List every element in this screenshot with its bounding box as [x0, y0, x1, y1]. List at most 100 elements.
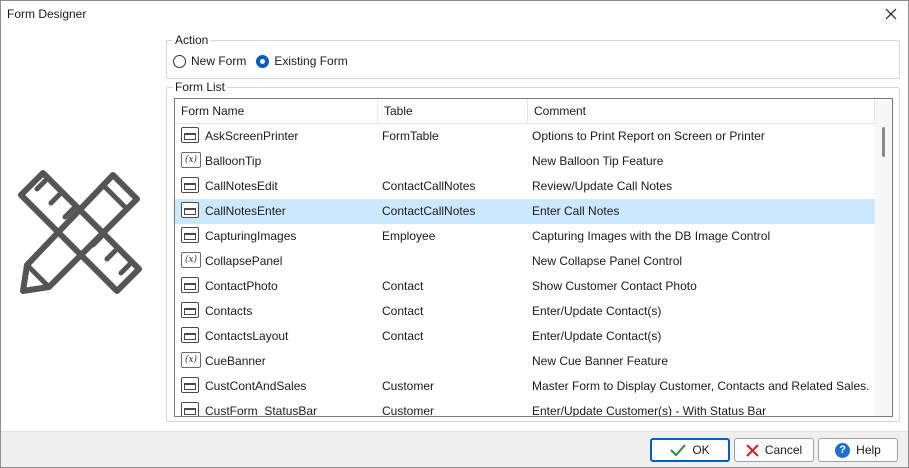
cancel-button[interactable]: Cancel [734, 438, 814, 462]
row-icon-cell [181, 302, 201, 320]
table-cell: Customer [382, 404, 435, 417]
row-icon-cell [181, 327, 201, 345]
new-form-radio[interactable]: New Form [173, 54, 246, 68]
column-header-comment[interactable]: Comment [528, 99, 875, 123]
form-designer-dialog: Form Designer Action New Form Existing F… [0, 0, 909, 468]
row-icon-cell: (x) [181, 152, 201, 170]
dialog-body: Action New Form Existing Form Form List … [1, 27, 908, 431]
table-row[interactable]: CapturingImages Employee Capturing Images … [175, 224, 875, 249]
table-row[interactable]: (x) BalloonTip New Balloon Tip Feature [175, 149, 875, 174]
row-icon-cell [181, 227, 201, 245]
table-row[interactable]: ContactPhoto Contact Show Customer Contact… [175, 274, 875, 299]
table-cell: ContactCallNotes [382, 204, 476, 218]
comment-cell: Show Customer Contact Photo [532, 279, 697, 293]
form-name-cell: CallNotesEdit [205, 179, 278, 193]
comment-cell: Capturing Images with the DB Image Contr… [532, 229, 771, 243]
form-icon [181, 277, 199, 293]
action-group-label: Action [173, 33, 211, 47]
form-icon [181, 177, 199, 193]
column-header-form-name[interactable]: Form Name [175, 99, 378, 123]
comment-cell: Review/Update Call Notes [532, 179, 673, 193]
table-cell: Contact [382, 304, 424, 318]
ruler-pencil-icon [18, 170, 142, 294]
comment-cell: Enter/Update Contact(s) [532, 304, 662, 318]
table-row[interactable]: (x) CollapsePanel New Collapse Panel Contr… [175, 249, 875, 274]
comment-cell: New Collapse Panel Control [532, 254, 683, 268]
comment-cell: Enter/Update Customer(s) - With Status B… [532, 404, 767, 417]
cancel-x-icon [746, 443, 759, 457]
table-cell [382, 349, 522, 374]
comment-cell: New Balloon Tip Feature [532, 154, 664, 168]
checkmark-icon [670, 443, 687, 457]
table-cell: Customer [382, 379, 435, 393]
help-icon: ? [835, 442, 851, 458]
comment-cell: Master Form to Display Customer, Contact… [532, 379, 870, 393]
table-cell [382, 149, 522, 174]
help-label: Help [856, 443, 881, 457]
table-row[interactable]: Contacts Contact Enter/Update Contact(s) [175, 299, 875, 324]
row-icon-cell [181, 377, 201, 395]
table-cell [382, 249, 522, 274]
existing-form-radio[interactable]: Existing Form [256, 54, 348, 68]
ok-label: OK [692, 443, 710, 457]
close-icon [885, 8, 897, 20]
table-row[interactable]: CallNotesEdit ContactCallNotes Review/Upda… [175, 174, 875, 199]
table-row[interactable]: ContactsLayout Contact Enter/Update Contac… [175, 324, 875, 349]
table-cell: Contact [382, 279, 424, 293]
form-name-cell: CallNotesEnter [205, 204, 286, 218]
table-row[interactable]: CustContAndSales Customer Master Form to D… [175, 374, 875, 399]
table-cell: FormTable [382, 129, 439, 143]
table-cell: Contact [382, 329, 424, 343]
title-bar: Form Designer [1, 1, 908, 27]
row-icon-cell [181, 202, 201, 220]
table-cell: Employee [382, 229, 436, 243]
comment-cell: Options to Print Report on Screen or Pri… [532, 129, 765, 143]
ok-button[interactable]: OK [650, 438, 730, 462]
form-icon [181, 227, 199, 243]
form-list-group: Form List Form Name Table Comment AskScr… [166, 80, 900, 422]
table-row[interactable]: (x) CueBanner New Cue Banner Feature [175, 349, 875, 374]
table-row[interactable]: AskScreenPrinter FormTable Options to Prin… [175, 124, 875, 149]
comment-cell: New Cue Banner Feature [532, 354, 669, 368]
action-group: Action New Form Existing Form [166, 33, 900, 79]
table-row[interactable]: CustForm_StatusBar Customer Enter/Update C… [175, 399, 875, 417]
row-icon-cell [181, 402, 201, 416]
action-radio-row: New Form Existing Form [173, 54, 358, 68]
button-bar: OK Cancel ? Help [1, 431, 908, 467]
existing-form-label: Existing Form [274, 54, 348, 68]
variable-icon: (x) [181, 152, 201, 168]
comment-cell: Enter/Update Contact(s) [532, 329, 662, 343]
scrollbar-thumb[interactable] [882, 127, 885, 157]
help-button[interactable]: ? Help [818, 438, 898, 462]
existing-form-radio-circle[interactable] [256, 54, 270, 68]
comment-cell: Enter Call Notes [532, 204, 620, 218]
form-list-group-label: Form List [173, 80, 228, 94]
table-row[interactable]: CallNotesEnter ContactCallNotes Enter Call… [175, 199, 875, 224]
cancel-label: Cancel [764, 443, 803, 457]
form-name-cell: CustContAndSales [205, 379, 307, 393]
close-button[interactable] [874, 1, 908, 27]
help-glyph: ? [835, 442, 851, 458]
form-name-cell: CueBanner [205, 354, 266, 368]
form-icon [181, 377, 199, 393]
list-body: AskScreenPrinter FormTable Options to Prin… [175, 124, 875, 417]
form-icon [181, 302, 199, 318]
form-icon [181, 127, 199, 143]
form-icon [181, 202, 199, 218]
variable-icon: (x) [181, 252, 201, 268]
form-name-cell: CollapsePanel [205, 254, 283, 268]
new-form-radio-circle[interactable] [173, 54, 186, 68]
form-name-cell: Contacts [205, 304, 253, 318]
table-cell: ContactCallNotes [382, 179, 476, 193]
form-icon [181, 402, 199, 416]
list-header: Form Name Table Comment [175, 99, 875, 124]
row-icon-cell: (x) [181, 252, 201, 270]
form-list-view[interactable]: Form Name Table Comment AskScreenPrinter… [174, 98, 893, 417]
form-name-cell: CustForm_StatusBar [205, 404, 318, 417]
row-icon-cell [181, 127, 201, 145]
new-form-label: New Form [191, 54, 247, 68]
vertical-scrollbar[interactable] [875, 99, 892, 416]
column-header-table[interactable]: Table [378, 99, 528, 123]
form-name-cell: ContactPhoto [205, 279, 278, 293]
form-name-cell: AskScreenPrinter [205, 129, 299, 143]
